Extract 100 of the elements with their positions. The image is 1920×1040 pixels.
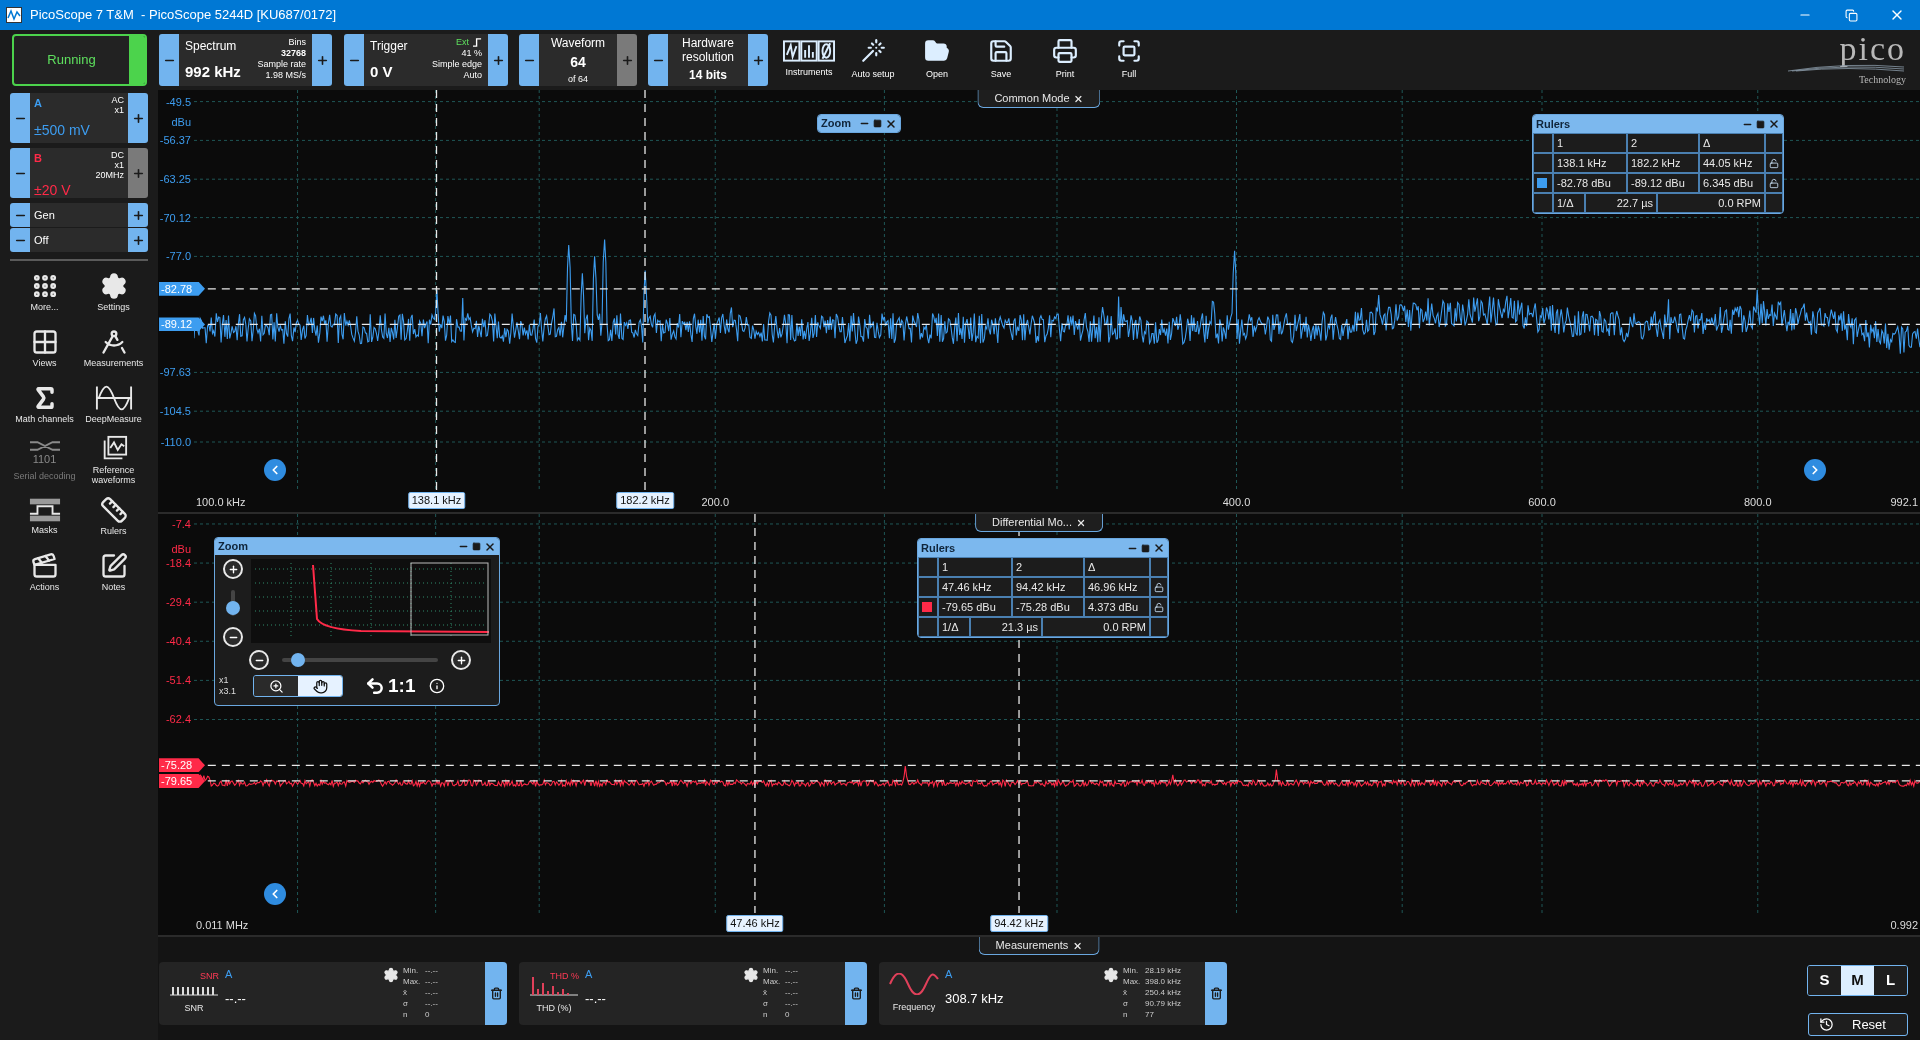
view-tab[interactable]: Common Mode bbox=[977, 90, 1101, 108]
ruler-position-marker[interactable]: 47.46 kHz bbox=[726, 915, 784, 932]
run-button[interactable]: Running bbox=[12, 34, 147, 86]
slider-thumb[interactable] bbox=[290, 653, 305, 667]
stat-label: Min. bbox=[763, 966, 780, 977]
increase-button[interactable] bbox=[128, 228, 148, 252]
window-title: PicoScope 7 T&M - PicoScope 5244D [KU687/0172] bbox=[30, 6, 337, 25]
lock-icon[interactable] bbox=[1769, 177, 1779, 189]
sidebar-tool[interactable]: Masks bbox=[10, 490, 79, 542]
toolbar-button[interactable]: Save bbox=[971, 34, 1031, 86]
lock-icon[interactable] bbox=[1154, 581, 1164, 593]
measurement-name: Frequency bbox=[892, 1000, 936, 1014]
measurement-value: --.-- bbox=[585, 989, 607, 1008]
history-icon bbox=[1819, 1017, 1834, 1032]
decrease-button[interactable] bbox=[10, 203, 30, 227]
toolbar-button[interactable]: Open bbox=[907, 34, 967, 86]
plus-icon bbox=[751, 53, 765, 67]
table-cell: 4.373 dBu bbox=[1084, 597, 1150, 617]
stat-value: --.-- bbox=[425, 977, 439, 988]
column-header: Δ bbox=[1084, 557, 1150, 577]
scroll-button[interactable] bbox=[1804, 459, 1826, 481]
sidebar-tool[interactable]: DeepMeasure bbox=[79, 378, 148, 430]
close-icon[interactable] bbox=[885, 117, 897, 130]
toolbar-button[interactable]: Auto setup bbox=[843, 34, 903, 86]
measurement-value: 308.7 kHz bbox=[945, 989, 1005, 1008]
sidebar-tool[interactable]: Actions bbox=[10, 546, 79, 598]
delete-button[interactable] bbox=[1205, 962, 1227, 1025]
restore-icon[interactable] bbox=[873, 119, 882, 128]
zoom-tool-button[interactable] bbox=[254, 676, 298, 697]
decrease-button[interactable] bbox=[10, 228, 30, 252]
reset-zoom-button[interactable]: 1:1 bbox=[365, 672, 416, 701]
zoom-out-button[interactable] bbox=[223, 627, 243, 647]
sidebar-tool[interactable]: More... bbox=[10, 266, 79, 318]
sidebar-tool[interactable]: Measurements bbox=[79, 322, 148, 374]
ruler-line[interactable] bbox=[754, 514, 756, 913]
stat-label: x̄ bbox=[1123, 988, 1128, 999]
zoom-in-icon bbox=[268, 678, 284, 694]
delete-button[interactable] bbox=[845, 962, 867, 1025]
close-icon[interactable] bbox=[484, 540, 496, 553]
info-icon[interactable] bbox=[429, 678, 446, 695]
stat-value: --.-- bbox=[785, 966, 799, 977]
view-tab[interactable]: Differential Mo... bbox=[975, 514, 1103, 532]
settings-icon[interactable] bbox=[383, 967, 399, 983]
close-icon[interactable] bbox=[1073, 93, 1084, 104]
ruler-position-marker[interactable]: 94.42 kHz bbox=[990, 915, 1048, 932]
size-toggle[interactable]: L bbox=[1874, 966, 1907, 995]
delete-button[interactable] bbox=[485, 962, 507, 1025]
ruler-position-marker[interactable]: 182.2 kHz bbox=[616, 492, 674, 509]
reset-button[interactable]: Reset bbox=[1808, 1013, 1908, 1036]
y-axis-label: -29.4 bbox=[165, 594, 191, 610]
toolbar-button[interactable]: Full bbox=[1099, 34, 1159, 86]
ruler-level-marker[interactable]: -79.65 bbox=[159, 773, 205, 788]
size-toggle[interactable]: S bbox=[1808, 966, 1841, 995]
zoom-out-button[interactable] bbox=[249, 650, 269, 670]
view-tab[interactable]: Measurements bbox=[978, 937, 1100, 955]
sidebar-tool[interactable]: Views bbox=[10, 322, 79, 374]
close-icon[interactable] bbox=[1153, 542, 1165, 554]
ruler-line[interactable] bbox=[207, 780, 1920, 782]
ruler-line[interactable] bbox=[207, 288, 1920, 290]
stat-label: n bbox=[763, 1010, 769, 1021]
ruler-line[interactable] bbox=[207, 764, 1920, 766]
sidebar-tool[interactable]: Reference waveforms bbox=[79, 434, 148, 486]
increase-button[interactable] bbox=[128, 203, 148, 227]
sidebar-tool[interactable]: Notes bbox=[79, 546, 148, 598]
restore-icon[interactable] bbox=[472, 542, 481, 551]
printer-icon bbox=[1052, 38, 1078, 65]
column-header: Δ bbox=[1699, 133, 1765, 153]
close-icon[interactable] bbox=[1768, 118, 1780, 130]
size-toggle[interactable]: M bbox=[1841, 966, 1874, 995]
ruler-position-marker[interactable]: 138.1 kHz bbox=[407, 492, 466, 509]
lock-icon[interactable] bbox=[1769, 157, 1779, 169]
zoom-in-button[interactable] bbox=[451, 650, 471, 670]
restore-icon[interactable] bbox=[1756, 119, 1765, 129]
ruler-line[interactable] bbox=[207, 323, 1920, 326]
pan-tool-button[interactable] bbox=[298, 676, 342, 697]
settings-icon[interactable] bbox=[1103, 967, 1119, 983]
ruler-level-marker[interactable]: -75.28 bbox=[159, 758, 205, 773]
scroll-button[interactable] bbox=[264, 883, 286, 905]
settings-icon[interactable] bbox=[743, 967, 759, 983]
slider-thumb[interactable] bbox=[226, 601, 240, 616]
stat-value: 77 bbox=[1145, 1010, 1155, 1021]
sidebar-tool[interactable]: Rulers bbox=[79, 490, 148, 542]
y-axis-label: -97.63 bbox=[159, 365, 191, 381]
toolbar-button[interactable]: Instruments bbox=[779, 34, 839, 86]
stat-label: Max. bbox=[1123, 977, 1142, 988]
sidebar-tool[interactable]: Settings bbox=[79, 266, 148, 318]
close-icon[interactable] bbox=[1075, 517, 1086, 528]
toolbar-button[interactable]: Print bbox=[1035, 34, 1095, 86]
stat-label: σ bbox=[1123, 999, 1129, 1010]
close-icon[interactable] bbox=[1072, 940, 1083, 951]
stat-value: --.-- bbox=[785, 999, 799, 1010]
measurement-name: SNR bbox=[184, 1001, 204, 1015]
lock-icon[interactable] bbox=[1154, 601, 1164, 613]
ruler-line[interactable] bbox=[435, 90, 438, 490]
scroll-button[interactable] bbox=[264, 459, 286, 481]
restore-icon[interactable] bbox=[1141, 543, 1150, 553]
ruler-line[interactable] bbox=[644, 90, 646, 490]
sidebar-tool[interactable]: Math channels bbox=[10, 378, 79, 430]
pulse-mask-icon bbox=[28, 497, 61, 523]
zoom-in-button[interactable] bbox=[223, 559, 243, 579]
